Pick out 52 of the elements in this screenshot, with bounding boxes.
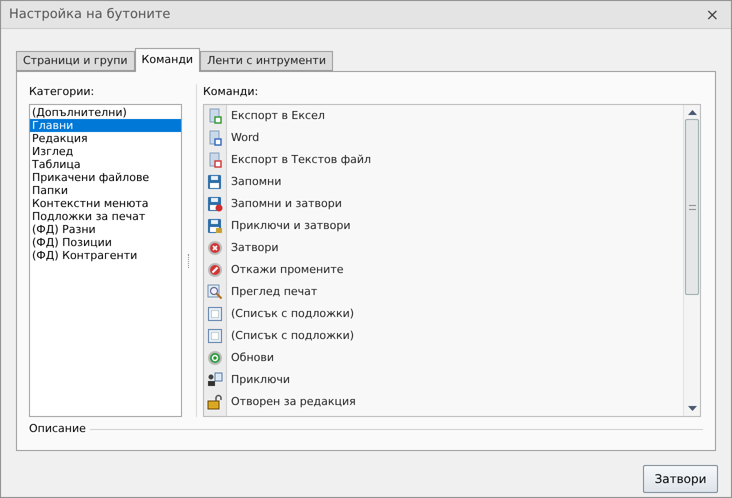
command-item[interactable]: Обнови (231, 350, 274, 366)
tab[interactable]: Ленти с интрументи (200, 51, 333, 71)
scroll-thumb[interactable] (685, 119, 699, 295)
stamp-icon (207, 372, 223, 388)
category-item[interactable]: (ФД) Позиции (30, 236, 181, 249)
command-item[interactable]: (Списък с подложки) (231, 306, 354, 322)
category-item[interactable]: Прикачени файлове (30, 171, 181, 184)
command-item[interactable]: Запомни (231, 174, 282, 190)
tab[interactable]: Страници и групи (16, 51, 135, 71)
category-item[interactable]: Главни (30, 119, 181, 132)
document-icon (207, 152, 223, 168)
description-label: Описание (29, 420, 86, 437)
command-item[interactable]: Преглед печат (231, 284, 318, 300)
command-item[interactable]: Затвори (231, 240, 279, 256)
category-item[interactable]: Подложки за печат (30, 210, 181, 223)
category-item[interactable]: (Допълнителни) (30, 106, 181, 119)
categories-list[interactable]: (Допълнителни) Главни Редакция Изглед Таблица Прикачени файлове Папки Контекстни менюта Подложки за печат (ФД) Разни (ФД) Позиции (ФД) Контрагенти (29, 104, 182, 417)
tab[interactable]: Команди (134, 48, 200, 72)
commands-label: Команди: (203, 84, 260, 100)
document-icon (207, 108, 223, 124)
splitter-handle[interactable] (188, 254, 190, 268)
window-title: Настройка на бутоните (9, 6, 170, 24)
category-item[interactable]: Изглед (30, 145, 181, 158)
command-item[interactable]: Запомни и затвори (231, 196, 342, 212)
command-item[interactable]: (Списък с подложки) (231, 328, 354, 344)
document-icon (207, 130, 223, 146)
scroll-down-icon[interactable] (688, 406, 696, 411)
command-item[interactable]: Приключи и затвори (231, 218, 350, 234)
command-item[interactable]: Приключи (231, 372, 290, 388)
categories-label: Категории: (29, 84, 96, 100)
command-item[interactable]: Експорт в Ексел (231, 108, 325, 124)
padlock-icon (207, 394, 223, 410)
grid-icon (207, 328, 223, 344)
grid-icon (207, 306, 223, 322)
close-dialog-button[interactable]: Затвори (643, 465, 718, 493)
close-icon (207, 240, 223, 256)
scroll-up-icon[interactable] (688, 110, 696, 115)
command-item[interactable]: Отворен за редакция (231, 394, 356, 410)
cancel-icon (207, 262, 223, 278)
category-item[interactable]: Папки (30, 184, 181, 197)
category-item[interactable]: Таблица (30, 158, 181, 171)
scrollbar[interactable] (683, 105, 700, 416)
refresh-icon (207, 350, 223, 366)
category-item[interactable]: (ФД) Разни (30, 223, 181, 236)
command-item[interactable]: Експорт в Текстов файл (231, 152, 372, 168)
print-preview-icon (207, 284, 223, 300)
category-item[interactable]: Контекстни менюта (30, 197, 181, 210)
close-button[interactable]: × (702, 6, 723, 22)
category-item[interactable]: Редакция (30, 132, 181, 145)
command-item[interactable]: Word (231, 130, 260, 146)
command-item[interactable]: Откажи промените (231, 262, 344, 278)
category-item[interactable]: (ФД) Контрагенти (30, 249, 181, 262)
